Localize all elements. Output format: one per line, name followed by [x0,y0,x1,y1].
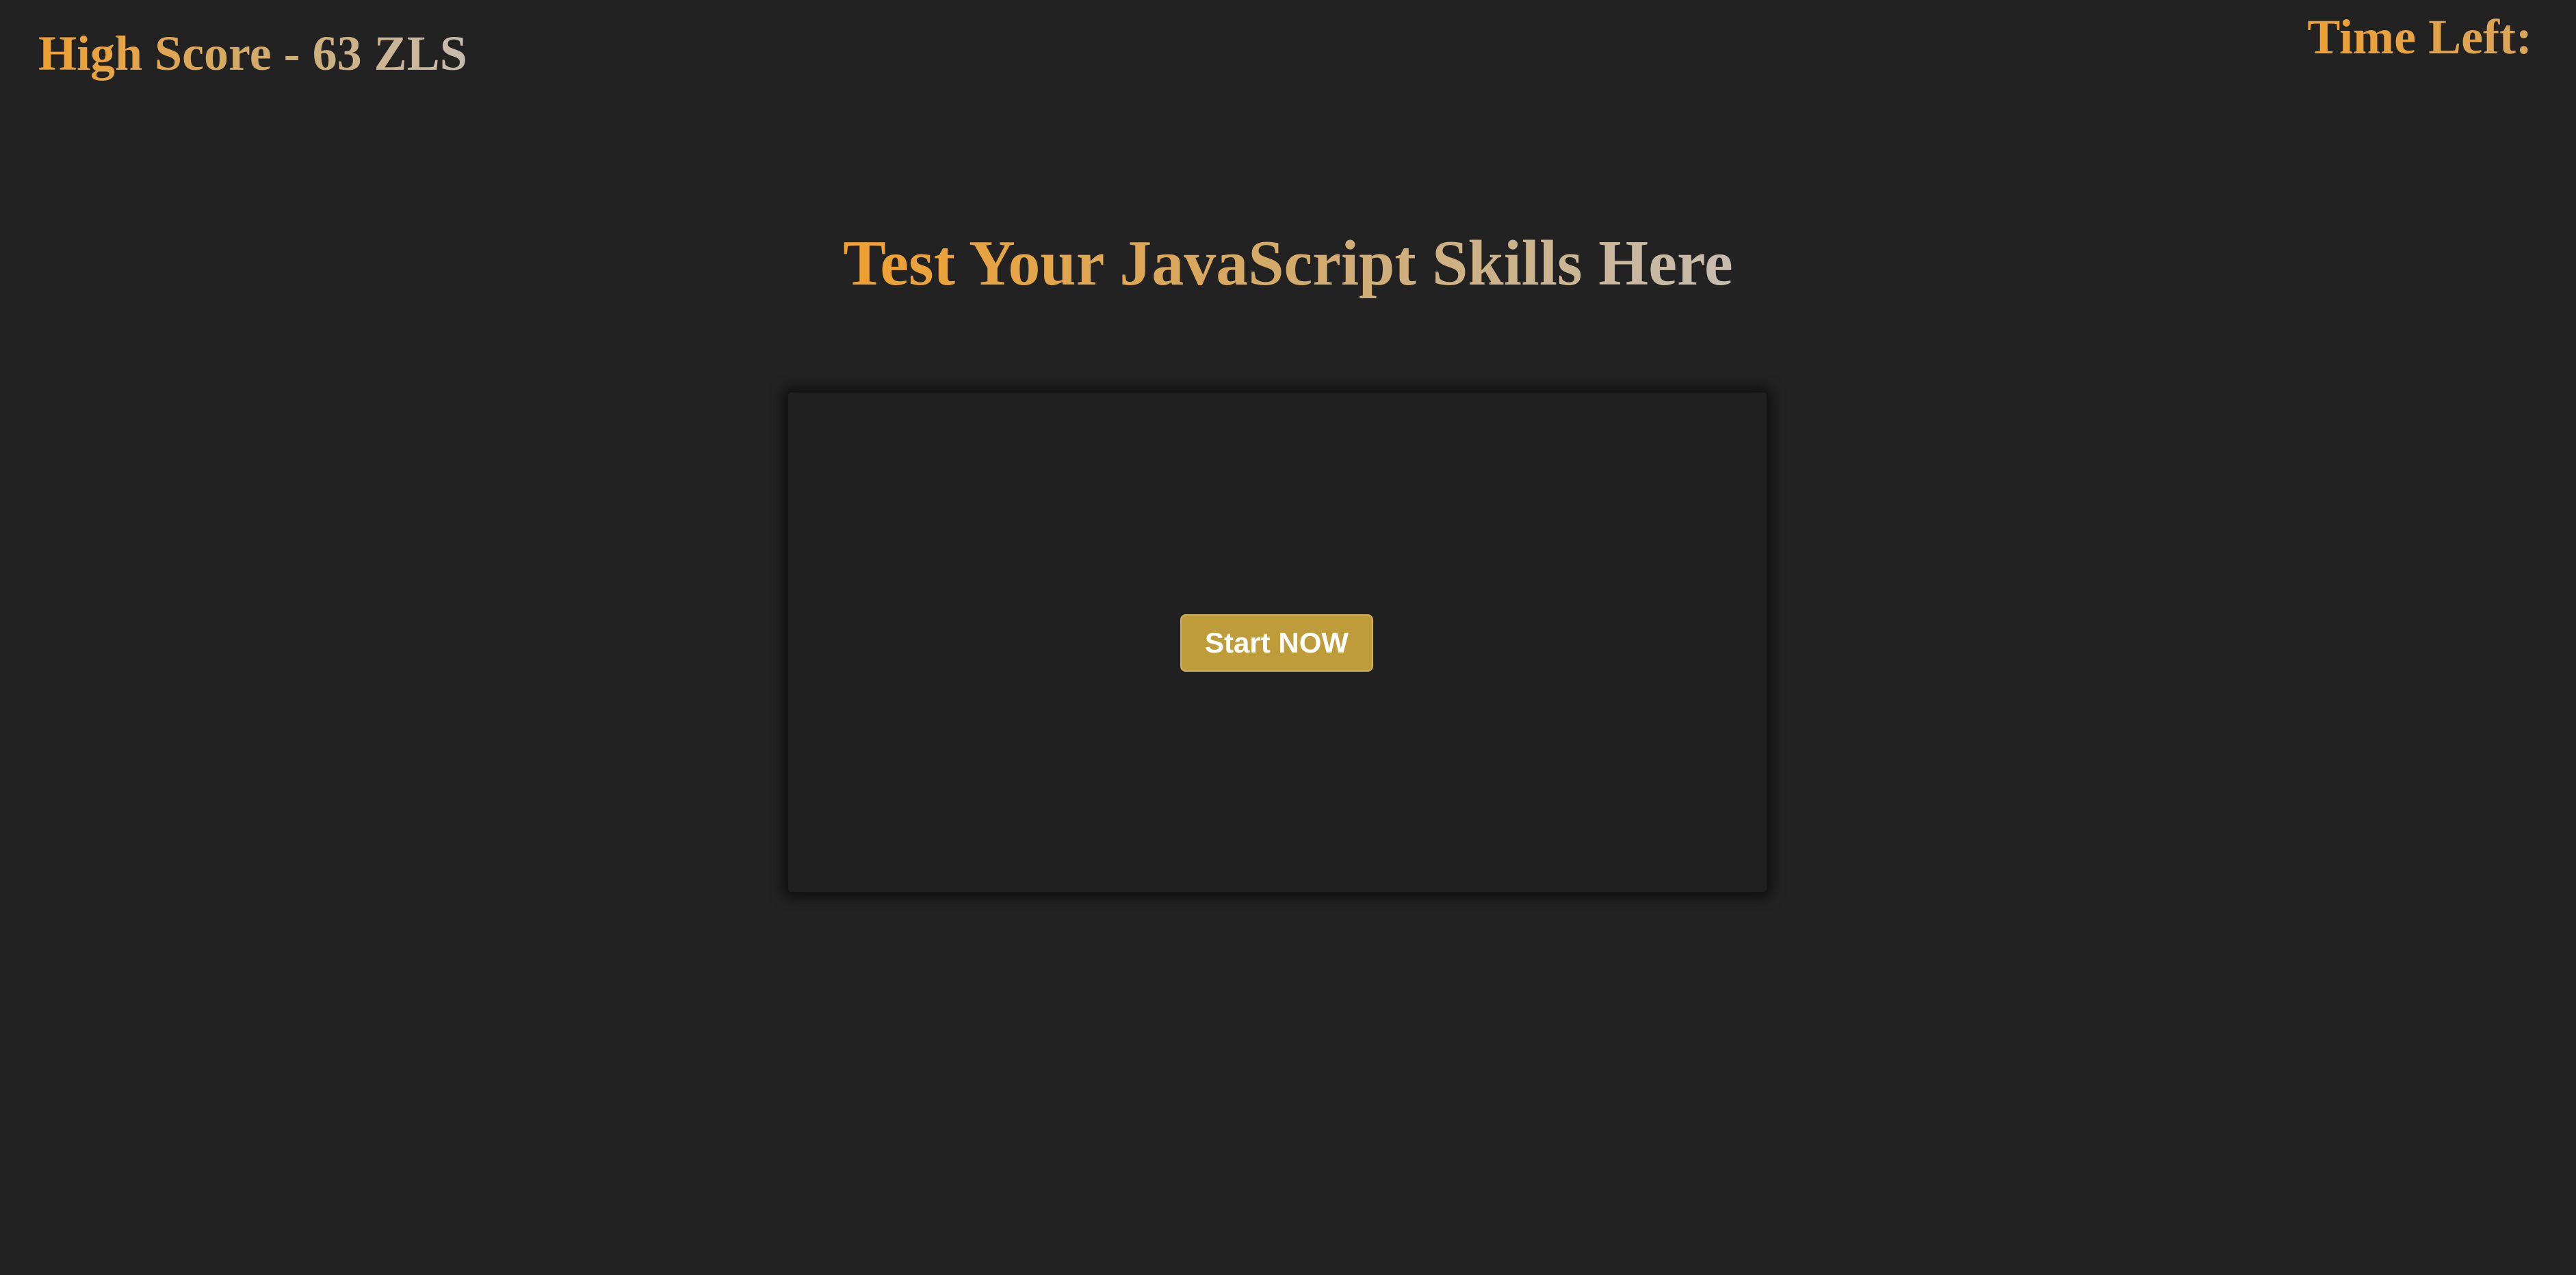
page-title-container: Test Your JavaScript Skills Here [0,219,2576,308]
high-score-display: High Score - 63 ZLS [38,19,467,88]
quiz-card: Start NOW [787,391,1768,893]
page-title: Test Your JavaScript Skills Here [843,219,1732,308]
time-left-display: Time Left: [2307,3,2532,71]
start-button[interactable]: Start NOW [1180,614,1373,672]
